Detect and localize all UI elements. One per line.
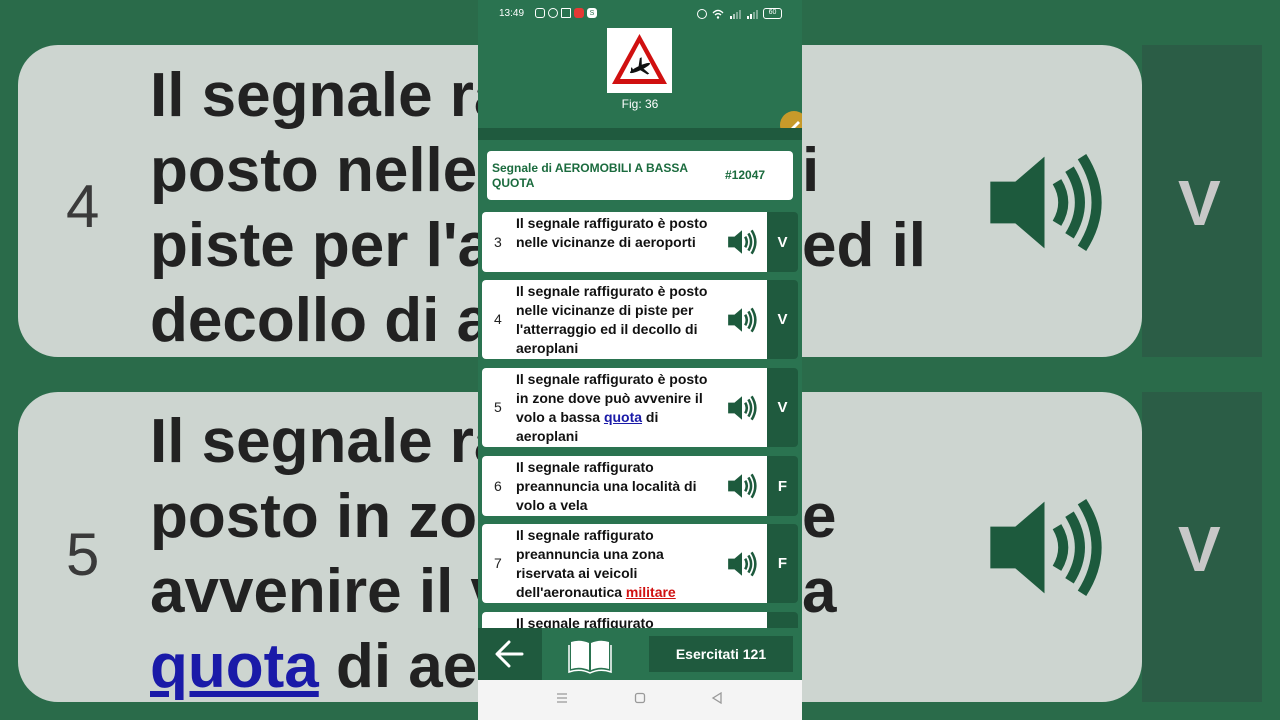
background-answer-bottom: V [1178,513,1221,585]
answer-toggle[interactable]: V [767,280,798,359]
background-card-bottom-line-3: avvenire il v [150,557,478,626]
answer-toggle[interactable]: V [767,212,798,272]
background-card-bottom-number: 5 [66,521,100,588]
glossary-link-militare[interactable]: militare [626,584,676,600]
question-text: Il segnale raffigurato preannuncia una z… [516,526,716,602]
status-left-icons: S [535,8,597,18]
signal-icon [730,9,741,19]
alarm-icon [697,8,707,19]
app-s-icon: S [587,8,597,18]
camera-icon [535,8,545,18]
background-card-bottom-line-1: Il segnale ra [150,407,478,476]
question-number: 7 [494,555,502,571]
background-card-bottom-line-4: quota di aer [150,629,478,704]
sign-title: Segnale di AEROMOBILI A BASSA QUOTA [492,161,688,190]
question-number: 5 [494,399,502,415]
question-text: Il segnale raffigurato preannuncia una l… [516,459,697,513]
speaker-icon[interactable] [726,392,758,424]
apps-icon [561,8,571,18]
battery-icon: 60 [763,8,782,19]
answer-toggle[interactable]: F [767,456,798,516]
background-card-top-line-1: Il segnale ra [150,61,478,130]
question-text: Il segnale raffigurato è posto nelle vic… [516,215,708,250]
speaker-icon[interactable] [726,226,758,258]
speaker-icon[interactable] [726,304,758,336]
exercise-button[interactable]: Esercitati 121 [649,636,793,672]
status-time: 13:49 [499,8,525,19]
manual-button[interactable] [542,628,638,680]
question-item: 7 Il segnale raffigurato preannuncia una… [482,524,798,603]
media-icon [574,8,584,18]
question-text: Il segnale raffigurato [516,615,654,628]
back-triangle-icon[interactable] [711,692,723,704]
question-item: 3 Il segnale raffigurato è posto nelle v… [482,212,798,272]
status-right-icons: 60 [697,8,782,19]
question-number: 6 [494,478,502,494]
question-item: 6 Il segnale raffigurato preannuncia una… [482,456,798,516]
background-text-after-link: di aer [335,632,478,701]
signal-icon-2 [747,9,758,19]
figure-label: Fig: 36 [621,97,659,111]
question-number: 4 [494,311,502,327]
background-top-right-fragment-2: ed il [802,211,927,280]
question-text: Il segnale raffigurato è posto nelle vic… [516,283,708,356]
header-divider [478,128,802,140]
menu-icon[interactable] [556,692,568,704]
question-item: 5 Il segnale raffigurato è posto in zone… [482,368,798,447]
answer-toggle[interactable]: F [767,524,798,603]
background-answer-top: V [1178,167,1221,239]
question-item: 4 Il segnale raffigurato è posto nelle v… [482,280,798,359]
background-speaker-icon-top [990,153,1102,252]
sign-code: #12047 [725,168,766,182]
status-bar: 13:49 S 60 [478,0,802,28]
open-book-icon [568,640,612,674]
speaker-icon[interactable] [726,548,758,580]
background-card-top-number: 4 [66,173,100,240]
background-bottom-right-fragment-1: e [802,482,837,551]
question-number: 3 [494,234,502,250]
low-flying-aircraft-sign-icon [612,34,667,84]
background-bottom-right-fragment-2: a [802,557,837,626]
road-sign-image [607,28,672,93]
phone-screen: 13:49 S 60 Fig: 36 Segnale di AEROMOBILI… [478,0,802,720]
background-top-right-fragment-1: i [802,136,820,205]
background-card-top-line-4: decollo di a [150,286,478,355]
background-left: 4 Il segnale ra posto nelle piste per l'… [0,0,478,720]
answer-toggle[interactable]: V [767,368,798,447]
sign-title-card: Segnale di AEROMOBILI A BASSA QUOTA #120… [487,151,793,200]
wifi-icon [712,9,724,19]
notification-icon [548,8,558,18]
question-item: Il segnale raffigurato [482,612,798,628]
background-card-bottom-line-2: posto in zon [150,482,478,551]
background-card-top-line-3: piste per l'a [150,211,478,280]
background-speaker-icon-bottom [990,498,1102,597]
arrow-left-icon [495,640,524,668]
answer-toggle[interactable] [767,612,798,628]
background-link-quota: quota [150,632,319,701]
question-list[interactable]: 3 Il segnale raffigurato è posto nelle v… [478,212,802,628]
home-icon[interactable] [634,692,646,704]
speaker-icon[interactable] [726,470,758,502]
question-text: Il segnale raffigurato è posto in zone d… [516,370,716,446]
back-button[interactable] [478,628,542,680]
glossary-link-quota[interactable]: quota [604,409,642,425]
background-right: i ed il V e a V [802,0,1280,720]
bottom-bar: Esercitati 121 [478,628,802,680]
background-card-top-line-2: posto nelle [150,136,478,205]
system-navigation-bar [478,680,802,720]
